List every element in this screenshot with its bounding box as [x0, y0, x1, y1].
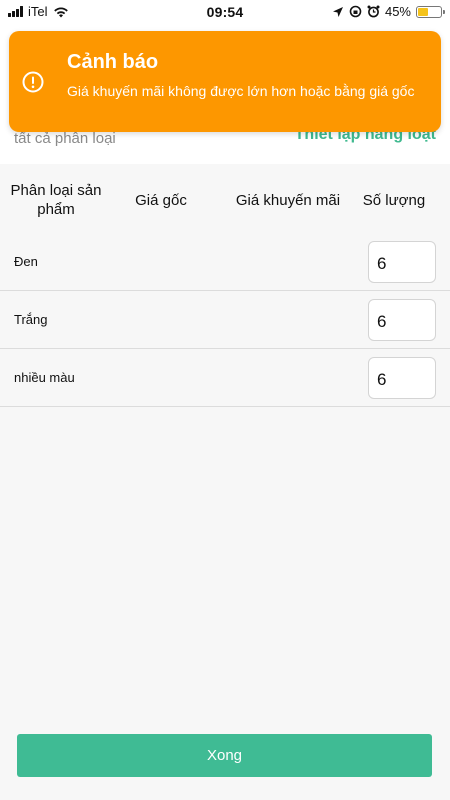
- toast-title: Cảnh báo: [67, 51, 159, 73]
- table-header: Phân loại sản phẩm Giá gốc Giá khuyến mã…: [0, 165, 450, 233]
- status-bar: iTel 09:54 45%: [0, 0, 450, 24]
- variant-label: nhiều màu: [14, 370, 75, 385]
- quantity-input[interactable]: 6: [368, 299, 436, 341]
- table-row: Trắng 6: [0, 291, 450, 349]
- rotation-lock-icon: [349, 5, 362, 18]
- battery-percent: 45%: [384, 4, 411, 19]
- done-button[interactable]: Xong: [17, 734, 432, 777]
- header-variant: Phân loại sản phẩm: [10, 182, 102, 218]
- header-original-price: Giá gốc: [135, 192, 187, 209]
- variant-list: Đen 6 Trắng 6 nhiều màu 6: [0, 233, 450, 407]
- header-promo-price: Giá khuyến mãi: [235, 192, 341, 209]
- alert-circle-icon: [22, 71, 44, 93]
- status-right: 45%: [332, 4, 445, 19]
- location-arrow-icon: [332, 6, 343, 17]
- quantity-input[interactable]: 6: [368, 241, 436, 283]
- table-row: Đen 6: [0, 233, 450, 291]
- battery-icon: [416, 5, 445, 18]
- header-quantity: Số lượng: [362, 192, 426, 209]
- alarm-icon: [367, 5, 380, 18]
- variant-label: Trắng: [14, 312, 48, 327]
- quantity-input[interactable]: 6: [368, 357, 436, 399]
- table-row: nhiều màu 6: [0, 349, 450, 407]
- apply-all-label: tất cả phân loại: [14, 130, 116, 147]
- toast-message: Giá khuyến mãi không được lớn hơn hoặc b…: [67, 83, 415, 99]
- warning-toast[interactable]: Cảnh báo Giá khuyến mãi không được lớn h…: [9, 31, 441, 132]
- variant-label: Đen: [14, 254, 38, 269]
